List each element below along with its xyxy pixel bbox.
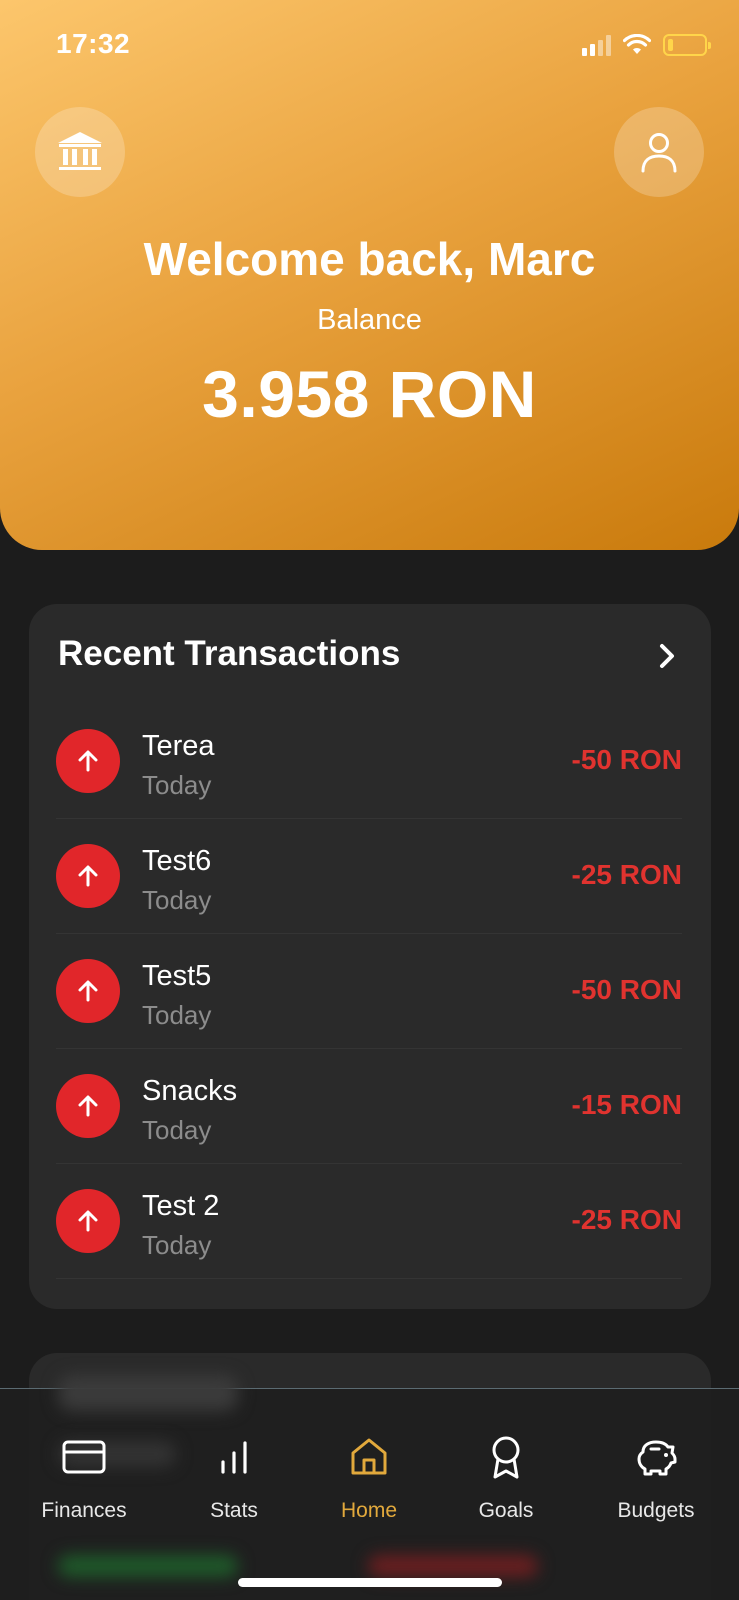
transaction-amount: -50 RON	[571, 974, 682, 1005]
tab-home[interactable]: Home	[329, 1389, 409, 1529]
balance-header: 17:32 Welcome back, Marc Balance 3.958 R…	[0, 0, 739, 550]
recent-transactions-title: Recent Transactions	[58, 634, 401, 673]
arrow-up-icon	[56, 959, 120, 1023]
status-bar: 17:32	[0, 0, 739, 90]
recent-transactions-card: Recent Transactions Terea Today -50 RON …	[29, 604, 711, 1309]
transaction-name: Test5	[142, 960, 212, 992]
tab-label: Budgets	[617, 1499, 695, 1522]
blurred-content	[368, 1555, 538, 1577]
bank-button[interactable]	[35, 107, 125, 197]
credit-card-icon	[62, 1440, 106, 1474]
transaction-row[interactable]: Test 2 Today -25 RON	[56, 1164, 682, 1279]
arrow-up-icon	[56, 1074, 120, 1138]
tab-stats[interactable]: Stats	[196, 1389, 272, 1529]
transaction-amount: -15 RON	[571, 1089, 682, 1120]
piggy-bank-icon	[637, 1440, 677, 1476]
blurred-content	[58, 1555, 238, 1577]
transaction-row[interactable]: Test6 Today -25 RON	[56, 819, 682, 934]
home-icon	[351, 1438, 387, 1475]
transaction-date: Today	[142, 1115, 212, 1145]
tab-label: Finances	[41, 1499, 127, 1522]
arrow-up-icon	[56, 844, 120, 908]
balance-value: 3.958 RON	[202, 357, 537, 431]
battery-low-icon	[663, 34, 711, 56]
home-indicator[interactable]	[238, 1578, 502, 1587]
transaction-date: Today	[142, 1000, 212, 1030]
arrow-up-icon	[56, 729, 120, 793]
tab-finances[interactable]: Finances	[30, 1389, 138, 1529]
bank-icon	[58, 132, 102, 170]
transaction-name: Snacks	[142, 1075, 238, 1107]
transaction-row[interactable]: Snacks Today -15 RON	[56, 1049, 682, 1164]
transaction-date: Today	[142, 1230, 212, 1260]
status-time: 17:32	[56, 28, 131, 59]
transaction-row[interactable]: Terea Today -50 RON	[56, 704, 682, 819]
transaction-date: Today	[142, 885, 212, 915]
arrow-up-icon	[56, 1189, 120, 1253]
tab-label: Goals	[478, 1499, 534, 1522]
tab-label: Home	[340, 1499, 398, 1522]
see-all-transactions-button[interactable]	[653, 642, 681, 670]
welcome-heading: Welcome back, Marc	[143, 233, 596, 285]
status-icons	[582, 32, 711, 58]
transaction-name: Terea	[142, 730, 215, 762]
transaction-date: Today	[142, 770, 212, 800]
transaction-amount: -50 RON	[571, 744, 682, 775]
bar-chart-icon	[221, 1441, 247, 1474]
wifi-icon	[623, 34, 651, 54]
transaction-name: Test6	[142, 845, 212, 877]
user-icon	[641, 133, 677, 173]
transaction-amount: -25 RON	[571, 1204, 682, 1235]
tab-budgets[interactable]: Budgets	[608, 1389, 704, 1529]
award-icon	[492, 1436, 520, 1479]
profile-button[interactable]	[614, 107, 704, 197]
balance-label: Balance	[317, 304, 422, 336]
tab-goals[interactable]: Goals	[466, 1389, 546, 1529]
transaction-row[interactable]: Test5 Today -50 RON	[56, 934, 682, 1049]
bottom-tab-bar: Finances Stats Home Goals Budgets	[0, 1375, 739, 1600]
tab-label: Stats	[210, 1499, 258, 1522]
transaction-name: Test 2	[142, 1190, 220, 1222]
transaction-amount: -25 RON	[571, 859, 682, 890]
chevron-right-icon	[660, 644, 674, 668]
cellular-signal-icon	[582, 34, 611, 56]
transaction-list: Terea Today -50 RON Test6 Today -25 RON …	[56, 704, 682, 1279]
